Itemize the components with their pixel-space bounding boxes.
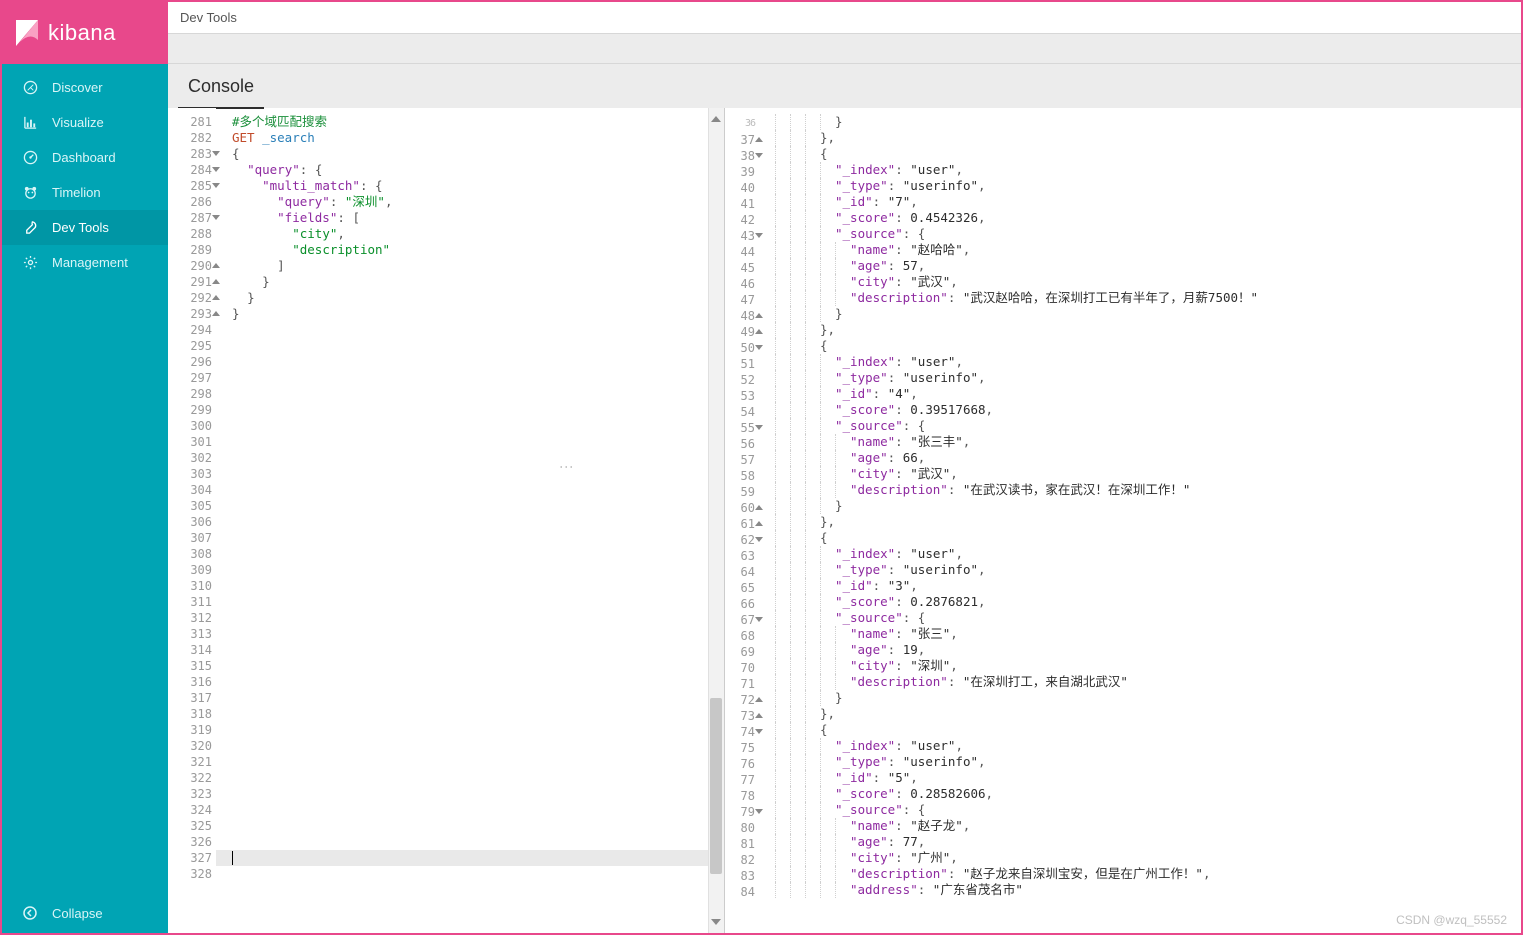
editor-gutter: 2812822832842852862872882892902912922932…	[168, 108, 216, 933]
compass-icon	[20, 80, 40, 95]
kibana-logo-icon	[16, 20, 38, 46]
response-code[interactable]: }},{"_index": "user","_type": "userinfo"…	[761, 108, 1521, 933]
response-gutter: 3637383940414243444546474849505152535455…	[725, 108, 761, 933]
sidebar-item-label: Management	[52, 255, 128, 270]
tab-console[interactable]: Console	[178, 68, 264, 109]
wrench-icon	[20, 220, 40, 235]
gear-icon	[20, 255, 40, 270]
drag-handle-icon: ⋮	[559, 460, 575, 476]
watermark: CSDN @wzq_55552	[1396, 913, 1507, 927]
sidebar-item-label: Discover	[52, 80, 103, 95]
workspace: 2812822832842852862872882892902912922932…	[168, 108, 1521, 933]
editor-code[interactable]: #多个域匹配搜索GET _search{ "query": { "multi_m…	[216, 108, 724, 933]
sidebar-item-dev-tools[interactable]: Dev Tools	[2, 210, 168, 245]
sidebar-item-timelion[interactable]: Timelion	[2, 175, 168, 210]
editor-pane: 2812822832842852862872882892902912922932…	[168, 108, 725, 933]
scroll-up-icon[interactable]	[711, 112, 721, 122]
gauge-icon	[20, 150, 40, 165]
collapse-icon	[20, 906, 40, 920]
sidebar-item-label: Dashboard	[52, 150, 116, 165]
sidebar: kibana Discover Visualize Dashboard Timelio…	[2, 2, 168, 933]
breadcrumb: Dev Tools	[168, 2, 1521, 34]
bar-chart-icon	[20, 115, 40, 130]
tabs: Console	[168, 64, 1521, 108]
main: Dev Tools Console 2812822832842852862872…	[168, 2, 1521, 933]
scroll-down-icon[interactable]	[711, 919, 721, 929]
sidebar-item-label: Timelion	[52, 185, 101, 200]
sidebar-item-visualize[interactable]: Visualize	[2, 105, 168, 140]
sidebar-item-label: Visualize	[52, 115, 104, 130]
sidebar-collapse-button[interactable]: Collapse	[2, 893, 168, 933]
sidebar-item-management[interactable]: Management	[2, 245, 168, 280]
response-pane: 3637383940414243444546474849505152535455…	[725, 108, 1521, 933]
sidebar-item-dashboard[interactable]: Dashboard	[2, 140, 168, 175]
sidebar-nav: Discover Visualize Dashboard Timelion Dev To…	[2, 64, 168, 280]
toolbar	[168, 34, 1521, 64]
pane-splitter[interactable]: ⋮	[559, 2, 575, 933]
scrollbar-thumb[interactable]	[710, 698, 722, 874]
bear-icon	[20, 185, 40, 200]
brand-logo[interactable]: kibana	[2, 2, 168, 64]
sidebar-collapse-label: Collapse	[52, 906, 103, 921]
sidebar-item-label: Dev Tools	[52, 220, 109, 235]
editor-scrollbar[interactable]	[708, 108, 724, 933]
sidebar-item-discover[interactable]: Discover	[2, 70, 168, 105]
brand-name: kibana	[48, 20, 116, 46]
